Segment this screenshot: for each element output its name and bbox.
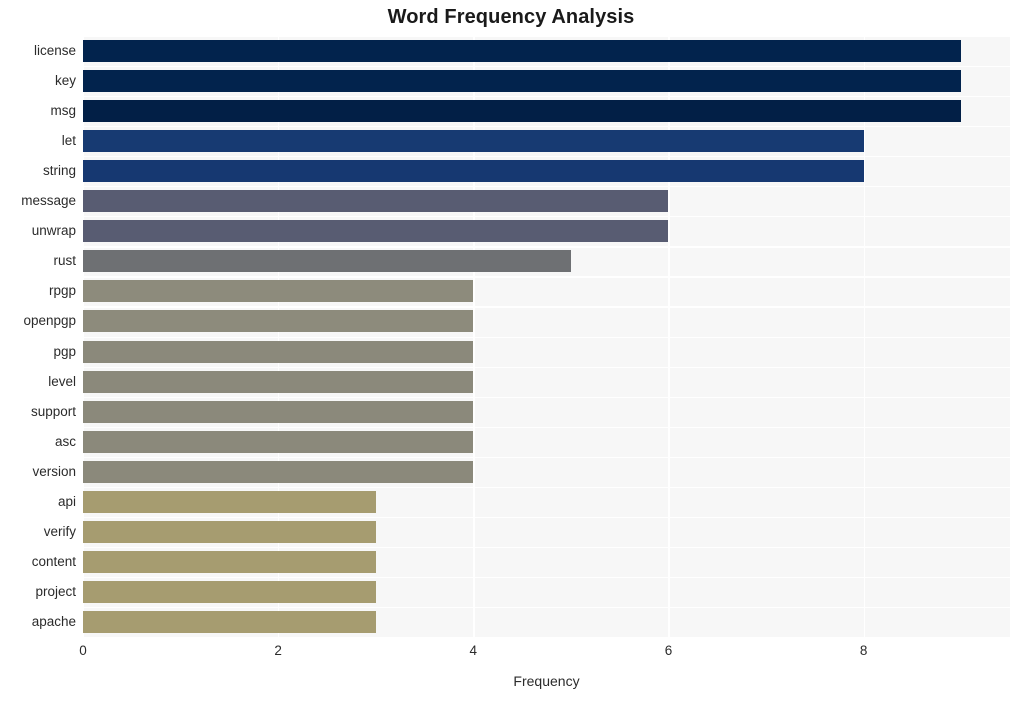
bar [83,400,474,423]
gridline-horizontal [83,516,1010,518]
gridline-horizontal [83,96,1010,98]
y-axis-tick-label: license [33,43,76,59]
y-axis-tick-label: let [61,133,76,149]
y-axis-tick-label: string [42,163,76,179]
gridline-horizontal [83,216,1010,218]
plot-area [83,36,1010,639]
x-axis-tick-label: 8 [859,643,868,658]
bar [83,40,962,63]
gridline-horizontal [83,306,1010,308]
bar [83,430,474,453]
gridline-horizontal [83,576,1010,579]
gridline-horizontal [83,546,1010,549]
bar [83,190,669,213]
gridline-horizontal [83,126,1010,128]
y-axis-tick-label: support [30,403,76,419]
bar [83,160,864,183]
bar [83,370,474,393]
y-axis-tick-label: rpgp [48,283,76,299]
x-axis-tick-label: 6 [664,643,673,658]
bar [83,490,376,513]
x-axis-tick-labels: 0 2 4 6 8 [0,643,1022,665]
x-axis-title: Frequency [513,673,580,689]
bar [83,550,376,573]
y-axis-tick-label: api [57,493,76,509]
y-axis-tick-label: version [32,463,76,479]
y-axis-tick-label: asc [54,433,76,449]
y-axis-tick-label: msg [50,103,76,119]
gridline-horizontal [83,186,1010,188]
x-axis-tick-label: 2 [274,643,282,658]
gridline-horizontal [83,366,1010,368]
x-axis-tick-label: 0 [79,643,87,658]
y-axis-tick-label: rust [53,253,76,269]
bar [83,340,474,363]
bar [83,250,571,273]
y-axis-tick-label: key [54,73,76,89]
y-axis-tick-label: message [21,193,76,209]
y-axis-tick-label: verify [43,523,76,539]
gridline-horizontal [83,336,1010,338]
gridline-horizontal [83,396,1010,398]
bar [83,280,474,303]
y-axis-tick-label: content [31,553,76,569]
gridline-horizontal [83,456,1010,458]
chart-figure: Word Frequency Analysis license key msg let… [0,0,1022,701]
gridline-horizontal [83,426,1010,428]
bar [83,130,864,153]
gridline-horizontal [83,276,1010,278]
y-axis-tick-label: apache [31,613,76,629]
y-axis-tick-labels: license key msg let string message unwrap rust r… [0,36,76,637]
bar [83,70,962,93]
gridline-horizontal [83,606,1010,609]
y-axis-tick-label: project [35,583,76,599]
gridline-horizontal [83,36,1010,38]
y-axis-tick-label: pgp [53,343,76,359]
y-axis-tick-label: openpgp [23,313,76,329]
bar [83,460,474,483]
bar [83,310,474,333]
gridline-horizontal [83,246,1010,248]
gridline-horizontal [83,486,1010,488]
bar [83,100,962,123]
x-axis-tick-label: 4 [469,643,478,658]
bar [83,580,376,603]
bar [83,520,376,543]
bar [83,220,669,243]
chart-title: Word Frequency Analysis [387,6,635,28]
bar [83,610,376,633]
gridline-horizontal [83,66,1010,68]
gridline-horizontal [83,637,1010,639]
y-axis-tick-label: level [48,373,76,389]
y-axis-tick-label: unwrap [31,223,76,239]
gridline-horizontal [83,156,1010,158]
